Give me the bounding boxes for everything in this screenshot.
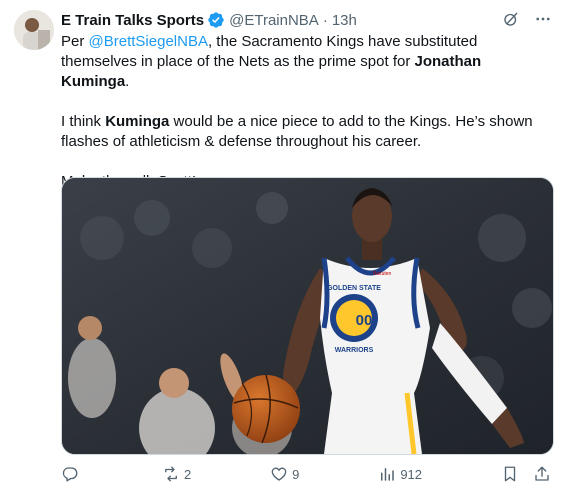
jersey-text-bottom: WARRIORS: [335, 347, 374, 354]
tweet-action-bar: 2 9 912: [61, 463, 551, 485]
reply-button[interactable]: [61, 465, 83, 483]
retweet-button[interactable]: 2: [162, 465, 191, 483]
tweet-secondary-actions: [501, 465, 551, 483]
reply-icon: [62, 467, 78, 482]
text-segment: Per: [61, 33, 89, 50]
bold-text: Kuminga: [105, 113, 170, 130]
tweet-paragraph-2: I think Kuminga would be a nice piece to…: [61, 112, 551, 152]
basketball: [232, 374, 300, 444]
avatar-image: [14, 10, 54, 50]
author-display-name[interactable]: E Train Talks Sports: [61, 12, 204, 29]
tweet-header: E Train Talks Sports @ETrainNBA · 13h: [61, 10, 357, 30]
bookmark-icon[interactable]: [501, 465, 519, 483]
views-count: 912: [400, 466, 423, 482]
retweet-count: 2: [183, 466, 192, 482]
views-chart-icon: [381, 468, 395, 481]
mention-link[interactable]: @BrettSiegelNBA: [89, 33, 208, 50]
jersey-sponsor: Rakuten: [373, 271, 392, 277]
grok-icon[interactable]: [502, 10, 520, 28]
more-options-icon[interactable]: [534, 10, 552, 28]
tweet-timestamp[interactable]: 13h: [332, 12, 357, 29]
jersey-text-top: GOLDEN STATE: [327, 285, 381, 292]
like-count: 9: [292, 466, 300, 482]
tweet-media-photo[interactable]: GOLDEN STATE 00 WARRIORS Rakuten: [61, 177, 554, 455]
share-icon[interactable]: [533, 465, 551, 483]
jersey-number: 00: [356, 312, 373, 329]
retweet-icon: [165, 466, 177, 482]
text-segment: I think: [61, 113, 106, 130]
heart-icon: [271, 467, 287, 481]
basketball-player-photo: GOLDEN STATE 00 WARRIORS Rakuten: [62, 178, 553, 454]
like-button[interactable]: 9: [270, 465, 299, 483]
views-button[interactable]: 912: [378, 465, 422, 483]
text-segment: .: [125, 73, 130, 90]
tweet-paragraph-1: Per @BrettSiegelNBA, the Sacramento King…: [61, 32, 551, 92]
tweet-top-actions: [502, 10, 552, 28]
header-separator: ·: [322, 11, 328, 29]
author-handle[interactable]: @ETrainNBA: [229, 12, 319, 29]
verified-badge-icon: [208, 12, 224, 28]
author-avatar[interactable]: [14, 10, 54, 50]
